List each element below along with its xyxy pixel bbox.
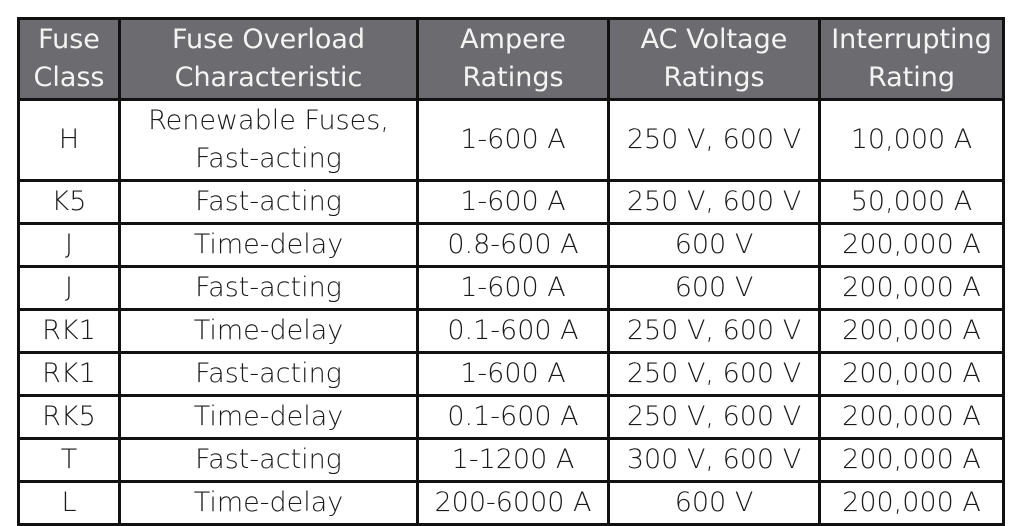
cell-characteristic: Time-delay <box>118 308 419 354</box>
header-ampere-ratings: Ampere Ratings <box>416 17 610 101</box>
table-row: T Fast-acting 1-1200 A 300 V, 600 V 200,… <box>17 437 1005 483</box>
cell-ampere: 1-600 A <box>416 179 610 225</box>
header-text: Fuse <box>38 24 100 55</box>
cell-interrupting: 200,000 A <box>818 351 1005 397</box>
header-text: Ratings <box>462 62 564 93</box>
cell-voltage: 600 V <box>607 480 821 526</box>
cell-interrupting: 50,000 A <box>818 179 1005 225</box>
header-interrupting-rating: Interrupting Rating <box>818 17 1005 101</box>
cell-interrupting: 10,000 A <box>818 98 1005 182</box>
cell-characteristic: Renewable Fuses, Fast-acting <box>118 98 419 182</box>
cell-voltage: 300 V, 600 V <box>607 437 821 483</box>
cell-interrupting: 200,000 A <box>818 265 1005 311</box>
table-row: J Time-delay 0.8-600 A 600 V 200,000 A <box>17 222 1005 268</box>
cell-characteristic: Time-delay <box>118 480 419 526</box>
cell-fuse-class: T <box>17 437 121 483</box>
cell-ampere: 0.8-600 A <box>416 222 610 268</box>
table-row: H Renewable Fuses, Fast-acting 1-600 A 25… <box>17 98 1005 182</box>
cell-fuse-class: RK1 <box>17 351 121 397</box>
cell-fuse-class: J <box>17 265 121 311</box>
header-fuse-class: Fuse Class <box>17 17 121 101</box>
cell-voltage: 600 V <box>607 222 821 268</box>
cell-voltage: 250 V, 600 V <box>607 98 821 182</box>
header-text: Ratings <box>663 62 765 93</box>
header-text: Fuse Overload <box>171 24 366 55</box>
header-overload-characteristic: Fuse Overload Characteristic <box>118 17 419 101</box>
cell-fuse-class: J <box>17 222 121 268</box>
cell-ampere: 0.1-600 A <box>416 308 610 354</box>
table-row: RK1 Fast-acting 1-600 A 250 V, 600 V 200… <box>17 351 1005 397</box>
cell-ampere: 1-600 A <box>416 98 610 182</box>
cell-fuse-class: RK1 <box>17 308 121 354</box>
cell-text: Renewable Fuses, <box>148 105 389 136</box>
cell-ampere: 1-600 A <box>416 351 610 397</box>
cell-interrupting: 200,000 A <box>818 222 1005 268</box>
cell-interrupting: 200,000 A <box>818 437 1005 483</box>
cell-ampere: 200-6000 A <box>416 480 610 526</box>
cell-characteristic: Fast-acting <box>118 179 419 225</box>
table-row: RK1 Time-delay 0.1-600 A 250 V, 600 V 20… <box>17 308 1005 354</box>
cell-voltage: 600 V <box>607 265 821 311</box>
header-text: Interrupting <box>831 24 992 55</box>
cell-ampere: 0.1-600 A <box>416 394 610 440</box>
table-row: RK5 Time-delay 0.1-600 A 250 V, 600 V 20… <box>17 394 1005 440</box>
fuse-class-table: Fuse Class Fuse Overload Characteristic Am… <box>17 17 1005 526</box>
cell-fuse-class: RK5 <box>17 394 121 440</box>
header-text: AC Voltage <box>640 24 788 55</box>
table-row: J Fast-acting 1-600 A 600 V 200,000 A <box>17 265 1005 311</box>
cell-interrupting: 200,000 A <box>818 394 1005 440</box>
cell-interrupting: 200,000 A <box>818 480 1005 526</box>
header-text: Ampere <box>460 24 566 55</box>
header-ac-voltage-ratings: AC Voltage Ratings <box>607 17 821 101</box>
cell-characteristic: Time-delay <box>118 394 419 440</box>
header-text: Rating <box>867 62 956 93</box>
cell-characteristic: Fast-acting <box>118 351 419 397</box>
cell-ampere: 1-1200 A <box>416 437 610 483</box>
cell-fuse-class: L <box>17 480 121 526</box>
cell-characteristic: Fast-acting <box>118 265 419 311</box>
cell-ampere: 1-600 A <box>416 265 610 311</box>
cell-voltage: 250 V, 600 V <box>607 351 821 397</box>
cell-fuse-class: K5 <box>17 179 121 225</box>
cell-voltage: 250 V, 600 V <box>607 394 821 440</box>
cell-characteristic: Fast-acting <box>118 437 419 483</box>
cell-voltage: 250 V, 600 V <box>607 308 821 354</box>
cell-interrupting: 200,000 A <box>818 308 1005 354</box>
table-row: L Time-delay 200-6000 A 600 V 200,000 A <box>17 480 1005 526</box>
header-text: Class <box>33 62 105 93</box>
header-row: Fuse Class Fuse Overload Characteristic Am… <box>17 17 1005 101</box>
table-row: K5 Fast-acting 1-600 A 250 V, 600 V 50,0… <box>17 179 1005 225</box>
cell-text: Fast-acting <box>195 143 342 174</box>
header-text: Characteristic <box>174 62 363 93</box>
cell-voltage: 250 V, 600 V <box>607 179 821 225</box>
cell-fuse-class: H <box>17 98 121 182</box>
cell-characteristic: Time-delay <box>118 222 419 268</box>
